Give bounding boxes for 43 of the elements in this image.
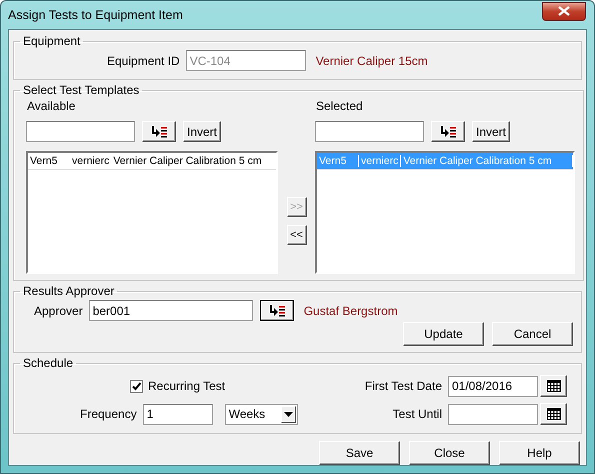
list-label: Available: [27, 99, 76, 113]
window-title: Assign Tests to Equipment Item: [8, 8, 183, 22]
list-pick-icon: [268, 304, 286, 318]
group-label: Schedule: [22, 356, 74, 370]
field-label: Equipment ID: [107, 54, 180, 68]
invert-button[interactable]: Invert: [472, 121, 510, 142]
date-field[interactable]: 01/08/2016: [448, 376, 538, 396]
date-field[interactable]: [448, 404, 538, 424]
move-button[interactable]: <<: [286, 225, 306, 245]
dropdown-arrow-icon: [284, 412, 293, 416]
pick-button[interactable]: [260, 300, 294, 321]
calendar-button[interactable]: [540, 403, 567, 425]
dialog-button[interactable]: Save: [319, 441, 400, 465]
list-label: Selected: [316, 99, 364, 113]
field-label: Frequency: [80, 407, 137, 421]
checkbox-label: Recurring Test: [148, 379, 226, 393]
equipment-description: Vernier Caliper 15cm: [316, 54, 428, 68]
field-label: First Test Date: [364, 379, 442, 393]
filter-field[interactable]: [26, 121, 135, 142]
calendar-icon: [546, 408, 560, 420]
invert-button[interactable]: Invert: [183, 121, 221, 142]
filter-field[interactable]: [315, 121, 424, 142]
recurring-checkbox[interactable]: [130, 380, 143, 392]
list-row[interactable]: Vern5 vernierc Vernier Caliper Calibration 5 cm: [28, 153, 276, 170]
dialog-button[interactable]: Help: [499, 441, 580, 465]
list-pick-icon: [439, 124, 457, 138]
group-label: Results Approver: [22, 284, 116, 298]
frequency-field[interactable]: 1: [142, 404, 213, 424]
group-label: Select Test Templates: [22, 83, 140, 97]
field-label: Test Until: [392, 407, 442, 421]
dialog-button[interactable]: Close: [409, 441, 490, 465]
calendar-icon: [546, 380, 560, 392]
dialog-button[interactable]: Cancel: [492, 322, 573, 346]
approver-name: Gustaf Bergstrom: [304, 304, 398, 318]
unit-dropdown[interactable]: Weeks: [224, 404, 298, 424]
close-icon: [558, 6, 570, 16]
list-pick-icon: [150, 124, 168, 138]
calendar-button[interactable]: [540, 375, 567, 397]
field-label: Approver: [34, 304, 83, 318]
approver-field[interactable]: ber001: [88, 300, 253, 321]
group-label: Equipment: [22, 34, 82, 48]
dialog-button[interactable]: Update: [403, 322, 484, 346]
close-button[interactable]: [542, 2, 586, 20]
